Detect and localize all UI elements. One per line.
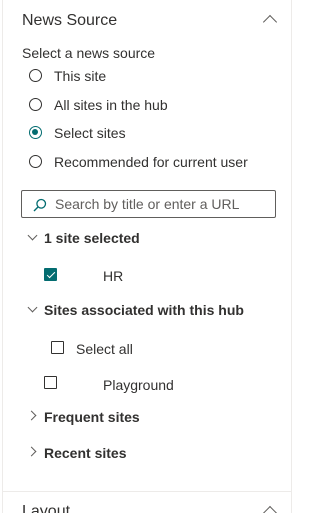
panel-left-border bbox=[2, 0, 3, 513]
checkbox-checked[interactable] bbox=[44, 268, 57, 281]
select-news-source-label: Select a news source bbox=[22, 45, 156, 61]
radio-label: Recommended for current user bbox=[54, 154, 248, 170]
group-label: Frequent sites bbox=[44, 409, 140, 425]
group-label: Sites associated with this hub bbox=[44, 302, 244, 318]
radio-circle-selected[interactable] bbox=[29, 126, 42, 139]
chevron-up-icon bbox=[262, 505, 278, 513]
radio-circle[interactable] bbox=[29, 69, 42, 82]
search-input[interactable] bbox=[55, 194, 275, 214]
news-source-header[interactable]: News Source bbox=[0, 0, 293, 40]
news-source-title: News Source bbox=[22, 12, 118, 29]
layout-header[interactable]: Layout bbox=[0, 492, 293, 513]
chevron-up-icon bbox=[262, 14, 278, 30]
site-item-playground[interactable]: Playground bbox=[44, 374, 244, 394]
group-recent-header[interactable]: Recent sites bbox=[26, 442, 276, 464]
site-label: Playground bbox=[103, 377, 174, 393]
radio-recommended[interactable]: Recommended for current user bbox=[28, 152, 288, 174]
group-label: 1 site selected bbox=[44, 230, 140, 246]
group-hub-header[interactable]: Sites associated with this hub bbox=[26, 299, 286, 321]
checkbox[interactable] bbox=[51, 341, 64, 354]
layout-title: Layout bbox=[22, 503, 71, 513]
radio-this-site[interactable]: This site bbox=[28, 66, 278, 88]
chevron-down-icon bbox=[27, 230, 38, 241]
select-all-label: Select all bbox=[76, 341, 133, 357]
radio-label: All sites in the hub bbox=[54, 97, 168, 113]
chevron-right-icon bbox=[26, 410, 37, 421]
site-item-hr[interactable]: HR bbox=[44, 266, 244, 286]
group-frequent-header[interactable]: Frequent sites bbox=[26, 406, 276, 428]
checkbox[interactable] bbox=[44, 376, 57, 389]
radio-label: This site bbox=[54, 68, 107, 84]
panel-right-border bbox=[291, 0, 292, 513]
radio-all-sites-hub[interactable]: All sites in the hub bbox=[28, 95, 278, 117]
radio-circle[interactable] bbox=[29, 155, 42, 168]
site-search-box[interactable] bbox=[21, 190, 276, 218]
select-all-checkbox[interactable]: Select all bbox=[51, 338, 251, 358]
group-label: Recent sites bbox=[44, 445, 127, 461]
chevron-right-icon bbox=[26, 446, 37, 457]
radio-label: Select sites bbox=[54, 125, 126, 141]
group-selected-header[interactable]: 1 site selected bbox=[26, 227, 276, 249]
radio-select-sites[interactable]: Select sites bbox=[28, 123, 278, 145]
chevron-down-icon bbox=[27, 302, 38, 313]
site-label: HR bbox=[103, 268, 124, 284]
search-icon bbox=[33, 198, 47, 212]
radio-circle[interactable] bbox=[29, 98, 42, 111]
